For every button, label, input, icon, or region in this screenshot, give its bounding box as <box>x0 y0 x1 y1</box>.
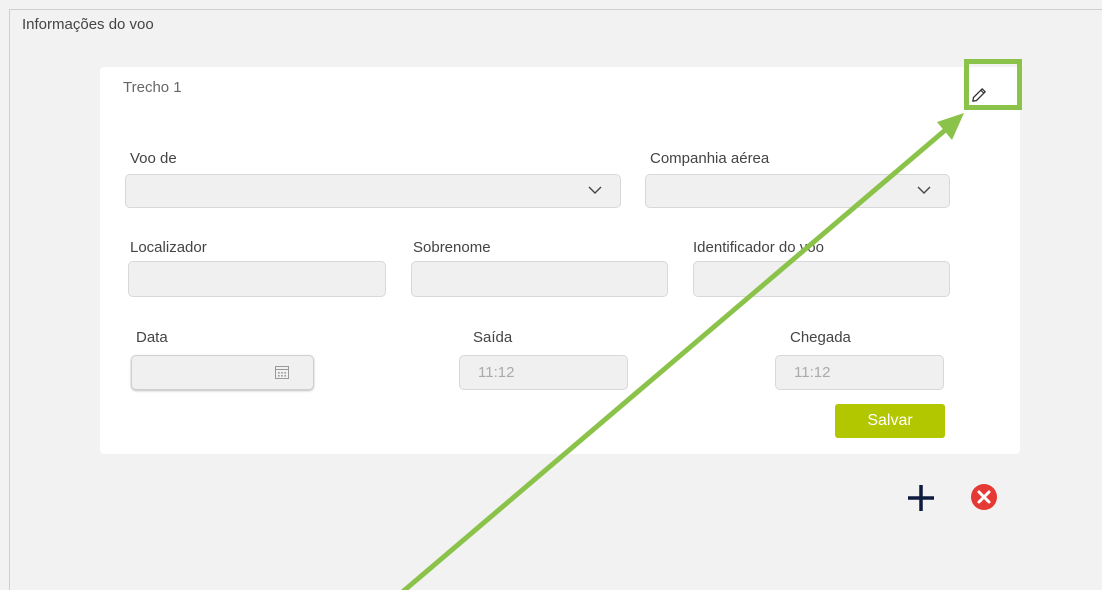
segment-title: Trecho 1 <box>123 79 182 96</box>
save-button[interactable]: Salvar <box>835 404 945 438</box>
calendar-icon <box>275 366 289 379</box>
chevron-down-icon <box>588 186 602 194</box>
section-title: Informações do voo <box>22 16 154 33</box>
airline-select[interactable] <box>645 174 950 208</box>
remove-segment-button[interactable] <box>970 483 998 511</box>
arrival-label: Chegada <box>790 329 851 346</box>
locator-input[interactable] <box>128 261 386 297</box>
arrival-time-input[interactable]: 11:12 <box>775 355 944 390</box>
chevron-down-icon <box>917 186 931 194</box>
add-segment-button[interactable] <box>905 482 937 514</box>
flight-id-label: Identificador do voo <box>693 239 824 256</box>
airline-label: Companhia aérea <box>650 150 770 167</box>
pencil-icon <box>972 88 986 102</box>
flight-id-input[interactable] <box>693 261 950 297</box>
surname-input[interactable] <box>411 261 668 297</box>
flight-info-panel: Informações do voo Trecho 1 Voo de Compa… <box>9 9 1102 590</box>
segment-card: Trecho 1 Voo de Companhia aérea Localiza… <box>100 67 1020 454</box>
locator-label: Localizador <box>130 239 207 256</box>
departure-label: Saída <box>473 329 513 346</box>
surname-label: Sobrenome <box>413 239 491 256</box>
edit-button[interactable] <box>967 83 991 107</box>
flight-from-select[interactable] <box>125 174 621 208</box>
date-label: Data <box>136 329 168 346</box>
date-input[interactable] <box>131 355 314 390</box>
departure-time-input[interactable]: 11:12 <box>459 355 628 390</box>
flight-from-label: Voo de <box>130 150 177 167</box>
